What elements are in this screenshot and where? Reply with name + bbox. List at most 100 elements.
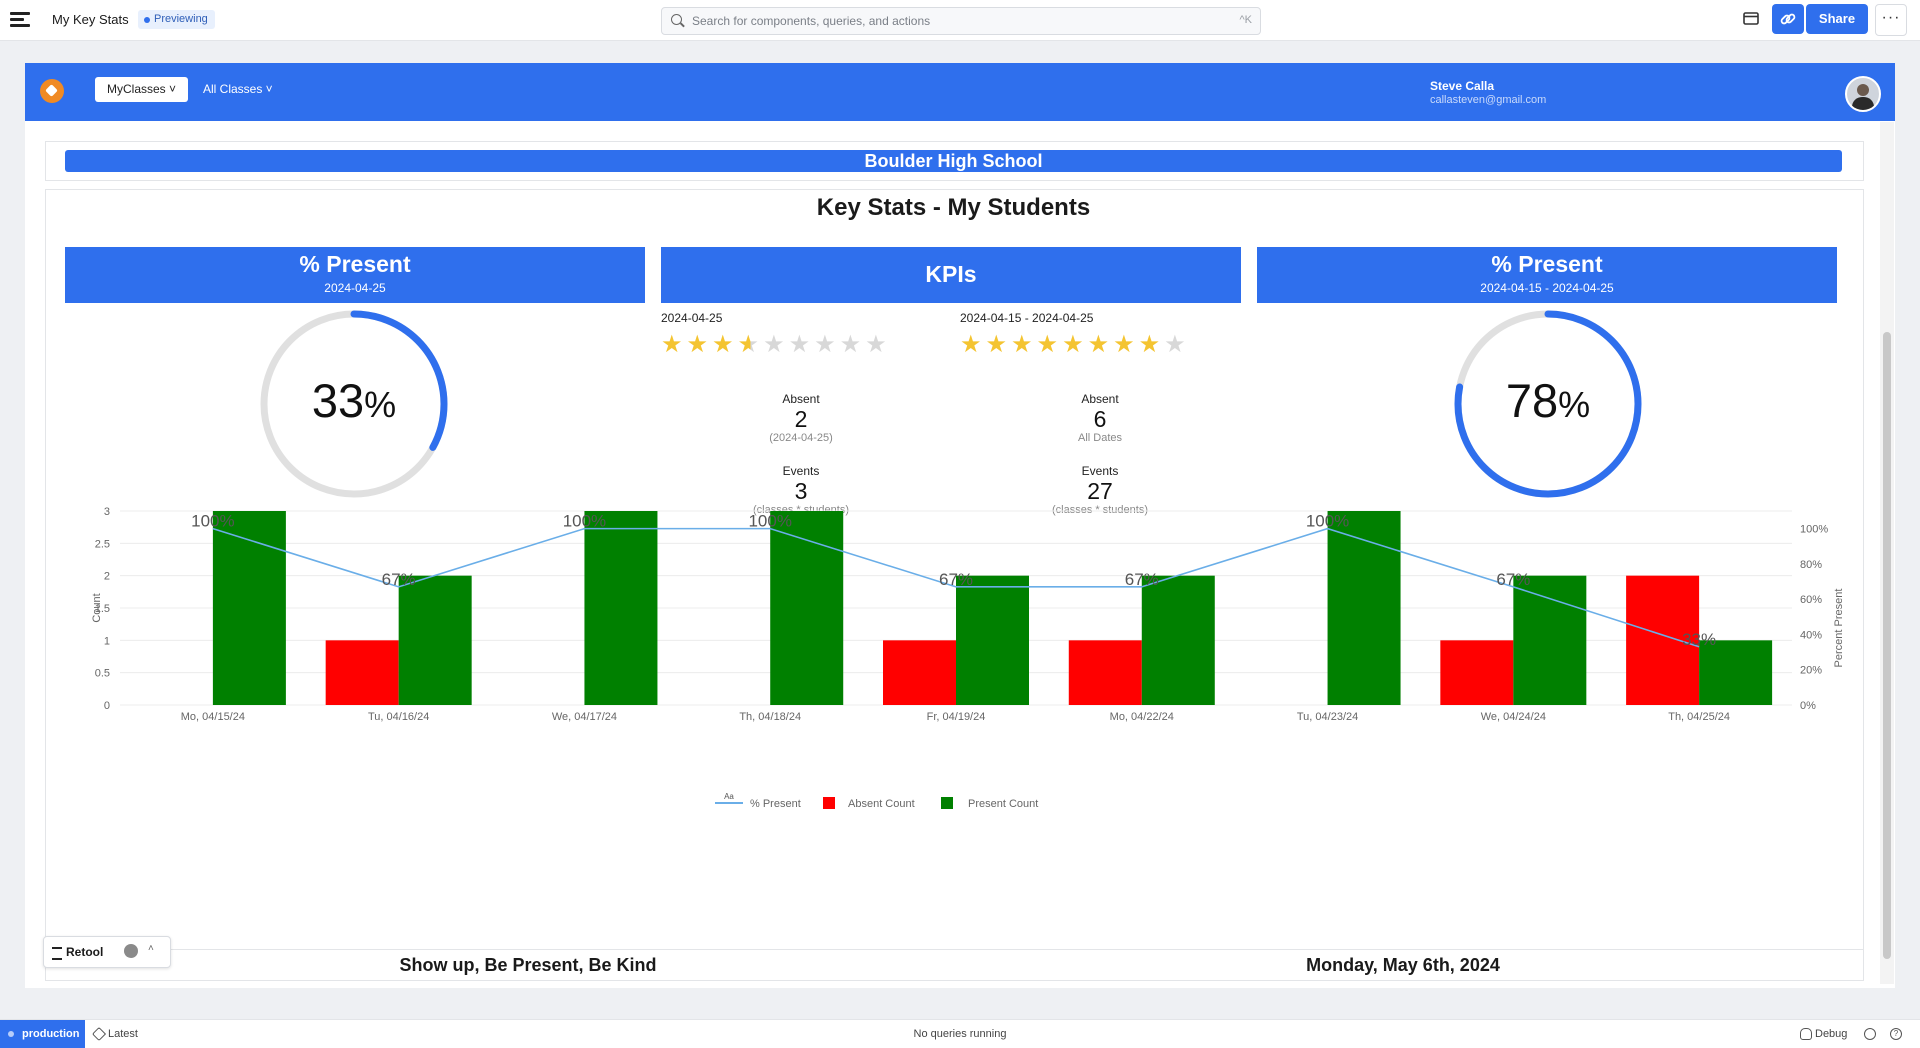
query-status: No queries running xyxy=(913,1028,1007,1040)
card-title: % Present xyxy=(1491,251,1603,277)
y-tick-label: 2 xyxy=(104,571,110,583)
user-email: callasteven@gmail.com xyxy=(1430,94,1547,106)
status-bar: production Latest No queries running Deb… xyxy=(0,1019,1920,1048)
retool-label: Retool xyxy=(66,945,104,959)
y-right-tick-label: 100% xyxy=(1800,524,1828,536)
x-tick-label: Tu, 04/16/24 xyxy=(368,711,429,723)
star-icon: ★ xyxy=(686,331,713,358)
star-icon: ★ xyxy=(763,331,789,358)
kpi-day-date: 2024-04-25 xyxy=(661,311,723,325)
present-bar xyxy=(1699,640,1773,705)
y-right-tick-label: 0% xyxy=(1800,700,1816,712)
star-icon: ★ xyxy=(1138,331,1165,358)
star-icon: ★ xyxy=(1036,331,1063,358)
help-icon[interactable]: ? xyxy=(1890,1028,1902,1040)
present-bar xyxy=(1141,575,1215,705)
kpi-range-absent: Absent 6 All Dates xyxy=(1000,392,1200,444)
star-icon: ★ xyxy=(788,331,815,358)
absent-bar xyxy=(1068,640,1142,705)
share-button[interactable]: Share xyxy=(1806,4,1868,34)
card-subtitle: 2024-04-15 - 2024-04-25 xyxy=(1480,281,1614,295)
retool-presence-pill[interactable]: Retool ˄ xyxy=(43,936,171,968)
stat-value: 6 xyxy=(1093,406,1107,432)
x-tick-label: Th, 04/18/24 xyxy=(739,711,801,723)
legend-swatch-present xyxy=(941,797,953,809)
stat-value: 27 xyxy=(1087,478,1113,504)
y-right-tick-label: 80% xyxy=(1800,559,1822,571)
stat-value: 2 xyxy=(794,406,808,432)
percent-data-label: 67% xyxy=(1496,570,1530,589)
legend-line-glyph: Aa xyxy=(724,792,734,801)
x-tick-label: Fr, 04/19/24 xyxy=(927,711,986,723)
myclasses-nav-button[interactable]: MyClasses ˅ xyxy=(95,77,189,102)
editor-topbar: My Key Stats Previewing Search for compo… xyxy=(0,0,1920,41)
previewing-badge: Previewing xyxy=(138,10,215,29)
canvas-scrollbar[interactable] xyxy=(1880,122,1894,984)
app-logo-icon xyxy=(40,79,64,103)
star-icon: ★ xyxy=(960,331,986,358)
star-icon: ★ xyxy=(814,331,840,358)
percent-data-label: 100% xyxy=(748,512,791,531)
stat-label: Events xyxy=(782,464,820,478)
y-right-tick-label: 60% xyxy=(1800,594,1822,606)
y-tick-label: 0 xyxy=(104,700,110,712)
percent-data-label: 67% xyxy=(1125,570,1159,589)
legend-label: % Present xyxy=(750,798,801,810)
browser-window-icon xyxy=(1743,12,1759,25)
x-tick-label: Th, 04/25/24 xyxy=(1668,711,1730,723)
attendance-chart: 00.511.522.530%20%40%60%80%100%Count Perc… xyxy=(91,506,1845,810)
present-bar xyxy=(398,575,472,705)
star-icon: ★ xyxy=(1164,331,1190,358)
app-title[interactable]: My Key Stats xyxy=(52,12,129,27)
card-title: KPIs xyxy=(925,261,977,287)
star-icon: ★ xyxy=(712,331,738,358)
percent-present-range-card: % Present 2024-04-15 - 2024-04-25 xyxy=(1257,247,1837,303)
chevron-up-icon[interactable]: ˄ xyxy=(148,943,154,954)
kpi-range-date: 2024-04-15 - 2024-04-25 xyxy=(960,311,1094,325)
stat-caption: All Dates xyxy=(1077,432,1123,444)
present-bar xyxy=(584,511,658,705)
kpi-range-rating: ★★★★★★★★★ xyxy=(960,333,1250,357)
search-placeholder: Search for components, queries, and acti… xyxy=(692,14,931,28)
x-tick-label: Mo, 04/22/24 xyxy=(1110,711,1174,723)
app-canvas: MyClasses ˅ All Classes ˅ Steve Calla ca… xyxy=(25,63,1895,988)
debug-button[interactable]: Debug xyxy=(1815,1028,1847,1040)
absent-bar xyxy=(1440,640,1514,705)
star-icon: ★ xyxy=(661,331,687,358)
y-tick-label: 0.5 xyxy=(95,668,110,680)
y-tick-label: 3 xyxy=(104,506,110,518)
retool-logo-icon xyxy=(52,947,62,960)
collaborator-avatar xyxy=(124,944,138,958)
copy-link-button[interactable] xyxy=(1772,4,1804,34)
percent-data-label: 100% xyxy=(1306,512,1349,531)
x-tick-label: We, 04/24/24 xyxy=(1481,711,1546,723)
user-avatar[interactable] xyxy=(1845,76,1881,112)
percent-data-label: 100% xyxy=(563,512,606,531)
percent-present-range-gauge: 78% xyxy=(1451,307,1645,501)
kpi-day-absent: Absent 2 (2024-04-25) xyxy=(701,392,901,444)
current-date-text: Monday, May 6th, 2024 xyxy=(1306,955,1500,975)
x-tick-label: Mo, 04/15/24 xyxy=(181,711,245,723)
y-tick-label: 2.5 xyxy=(95,538,110,550)
stat-label: Absent xyxy=(1081,392,1119,406)
gauge-value: 33% xyxy=(311,374,397,427)
more-options-button[interactable]: ··· xyxy=(1875,4,1907,36)
legend-label: Absent Count xyxy=(848,798,915,810)
kpi-day-rating: ★★★★★★★★★ xyxy=(661,333,951,357)
scrollbar-thumb[interactable] xyxy=(1883,332,1891,959)
x-tick-label: Tu, 04/23/24 xyxy=(1297,711,1358,723)
gauge-value: 78% xyxy=(1505,374,1591,427)
y-axis-label: Count xyxy=(91,593,103,622)
history-icon[interactable] xyxy=(1864,1028,1876,1040)
legend-swatch-absent xyxy=(823,797,835,809)
stat-caption: (2024-04-25) xyxy=(769,432,833,444)
y-right-tick-label: 40% xyxy=(1800,629,1822,641)
percent-data-label: 67% xyxy=(382,570,416,589)
stat-value: 3 xyxy=(794,478,808,504)
device-preview-button[interactable] xyxy=(1737,4,1765,34)
kpis-card: KPIs xyxy=(661,247,1241,303)
percent-data-label: 67% xyxy=(939,570,973,589)
all-classes-nav-button[interactable]: All Classes ˅ xyxy=(203,82,273,96)
menu-icon[interactable] xyxy=(10,12,30,28)
search-bar[interactable]: Search for components, queries, and acti… xyxy=(661,7,1261,35)
